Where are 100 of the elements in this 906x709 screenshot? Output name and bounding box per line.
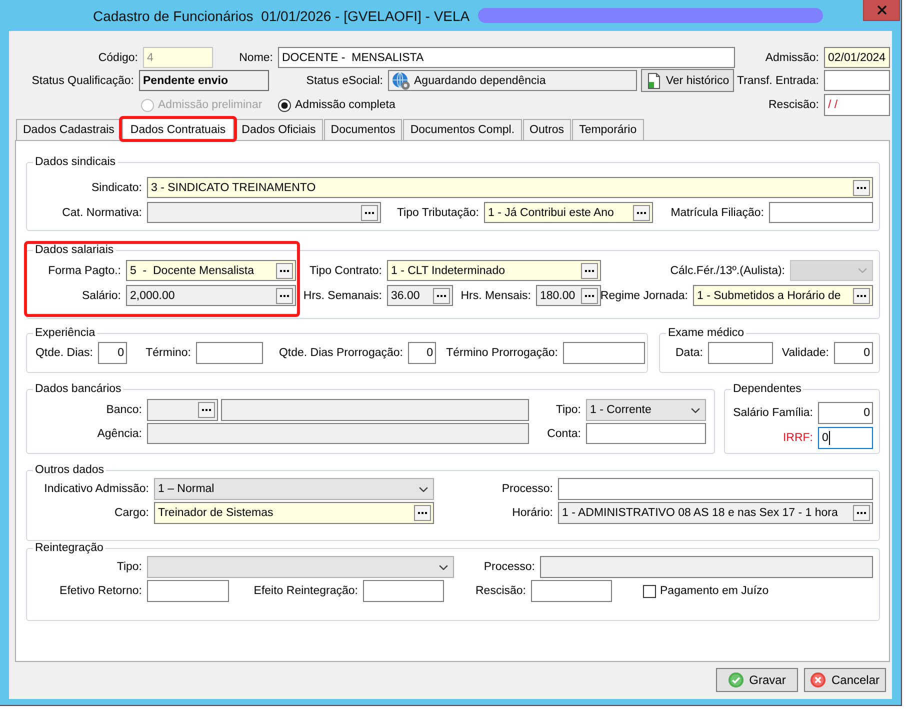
input-field[interactable] [147,580,229,602]
field-label: Salário: [82,290,121,302]
input-field[interactable] [824,70,890,91]
input-field[interactable] [586,423,706,444]
cancel-button[interactable]: Cancelar [804,668,886,692]
lookup-button[interactable] [198,402,215,418]
close-button[interactable] [863,0,900,21]
chevron-down-icon [439,564,448,570]
history-button[interactable]: Ver histórico [641,69,734,92]
lookup-field[interactable] [147,202,381,223]
lookup-field[interactable]: Treinador de Sistemas [154,502,434,524]
field-label: Qtde. Dias Prorrogação: [278,347,403,359]
lookup-field[interactable]: 1 - Submetidos a Horário de [693,285,873,306]
lookup-button[interactable] [414,505,431,521]
input-field[interactable] [147,423,529,444]
input-field[interactable] [196,342,263,364]
group-title: Dependentes [731,382,804,396]
dropdown[interactable]: 1 – Normal [154,478,434,500]
x-circle-icon [810,672,826,688]
field-label: Rescisão: [476,585,526,597]
radio-button[interactable]: Admissão completa [278,94,401,116]
input-field[interactable]: 0 [834,342,873,364]
field-label: Hrs. Semanais: [303,290,382,302]
lookup-field[interactable]: 2,000.00 [126,285,296,306]
lookup-button[interactable] [361,204,378,220]
close-icon [876,5,886,15]
dropdown[interactable]: 1 - Corrente [586,399,706,421]
check-circle-icon [728,672,744,688]
input-field[interactable] [540,556,873,578]
field-label: Matrícula Filiação: [670,206,764,218]
field-label: Validade: [782,347,829,359]
lookup-field[interactable]: 1 - ADMINISTRATIVO 08 AS 18 e nas Sex 17 - 1 hora [558,502,873,524]
input-field[interactable]: 0 [818,402,873,424]
lookup-button[interactable] [276,262,293,278]
globe-icon [392,72,410,90]
tab[interactable]: Outros [522,119,572,140]
lookup-field[interactable]: 1 - CLT Indeterminado [387,260,601,281]
field-label: Forma Pagto.: [48,264,121,276]
lookup-field[interactable]: 180.00 [536,285,601,306]
lookup-field[interactable]: 36.00 [387,285,453,306]
chevron-down-icon [419,486,428,492]
checkbox[interactable]: Pagamento em Juízo [643,580,787,602]
field-label: Cargo: [114,507,149,519]
tab[interactable]: Documentos Compl. [403,119,522,140]
field-label: Banco: [106,404,142,416]
field-label: Hrs. Mensais: [460,290,531,302]
lookup-field[interactable]: 3 - SINDICATO TREINAMENTO [147,177,873,198]
field-label: Término: [146,347,191,359]
window-title: Cadastro de Funcionários 01/01/2026 - [GVELAOFI] - VELA [93,8,470,24]
field-label: Conta: [547,428,581,440]
input-field[interactable]: 0 [818,427,873,449]
chevron-down-icon [691,408,700,412]
field-label: Cálc.Fér./13º.(Aulista): [670,264,785,276]
tab[interactable]: Dados Oficiais [234,119,323,140]
input-field[interactable] [531,580,612,602]
input-field[interactable] [363,580,444,602]
field-label: Tipo Contrato: [310,264,382,276]
lookup-button[interactable] [581,262,598,278]
input-field[interactable] [558,478,873,500]
lookup-button[interactable] [276,288,293,304]
tab[interactable]: Dados Cadastrais [16,119,122,140]
input-field[interactable]: 0 [98,342,127,364]
input-field[interactable]: / / [824,94,890,116]
field-label: Efetivo Retorno: [60,585,142,597]
field-label: Processo: [484,561,535,573]
status-field: Aguardando dependência [388,70,637,91]
save-button[interactable]: Gravar [716,668,798,692]
field-label: Regime Jornada: [600,290,688,302]
field-label: Tipo Tributação: [396,206,479,218]
group-title: Experiência [33,326,98,340]
input-field[interactable] [563,342,645,364]
input-field[interactable] [769,202,873,223]
lookup-button[interactable] [853,505,870,521]
tab[interactable]: Temporário [572,119,644,140]
text-cursor [829,431,830,445]
field-label: Sindicato: [91,182,142,194]
lookup-button[interactable] [633,204,650,220]
lookup-button[interactable] [433,288,450,304]
input-field[interactable]: 0 [408,342,436,364]
input-field[interactable]: 02/01/2024 [824,47,890,68]
field-label: Nome: [239,52,273,64]
field-label: Qtde. Dias: [35,347,93,359]
lookup-field[interactable]: 5 - Docente Mensalista [126,260,296,281]
tab[interactable]: Documentos [324,119,402,140]
field-label: Tipo: [116,561,142,573]
input-field[interactable]: DOCENTE - MENSALISTA [278,47,735,68]
field-label: Status eSocial: [306,74,383,86]
field-label: Horário: [512,507,553,519]
field-label: Término Prorrogação: [446,347,558,359]
lookup-button[interactable] [853,288,870,304]
lookup-field[interactable] [147,399,218,421]
field-label: Rescisão: [768,99,819,111]
input-field[interactable] [708,342,773,364]
lookup-field[interactable]: 1 - Já Contribui este Ano [484,202,653,223]
field-label: Salário Família: [733,407,813,419]
lookup-button[interactable] [853,180,870,196]
field-label: Admissão: [765,52,819,64]
input-field[interactable] [221,399,529,421]
lookup-button[interactable] [581,288,598,304]
field-label: Data: [676,347,703,359]
